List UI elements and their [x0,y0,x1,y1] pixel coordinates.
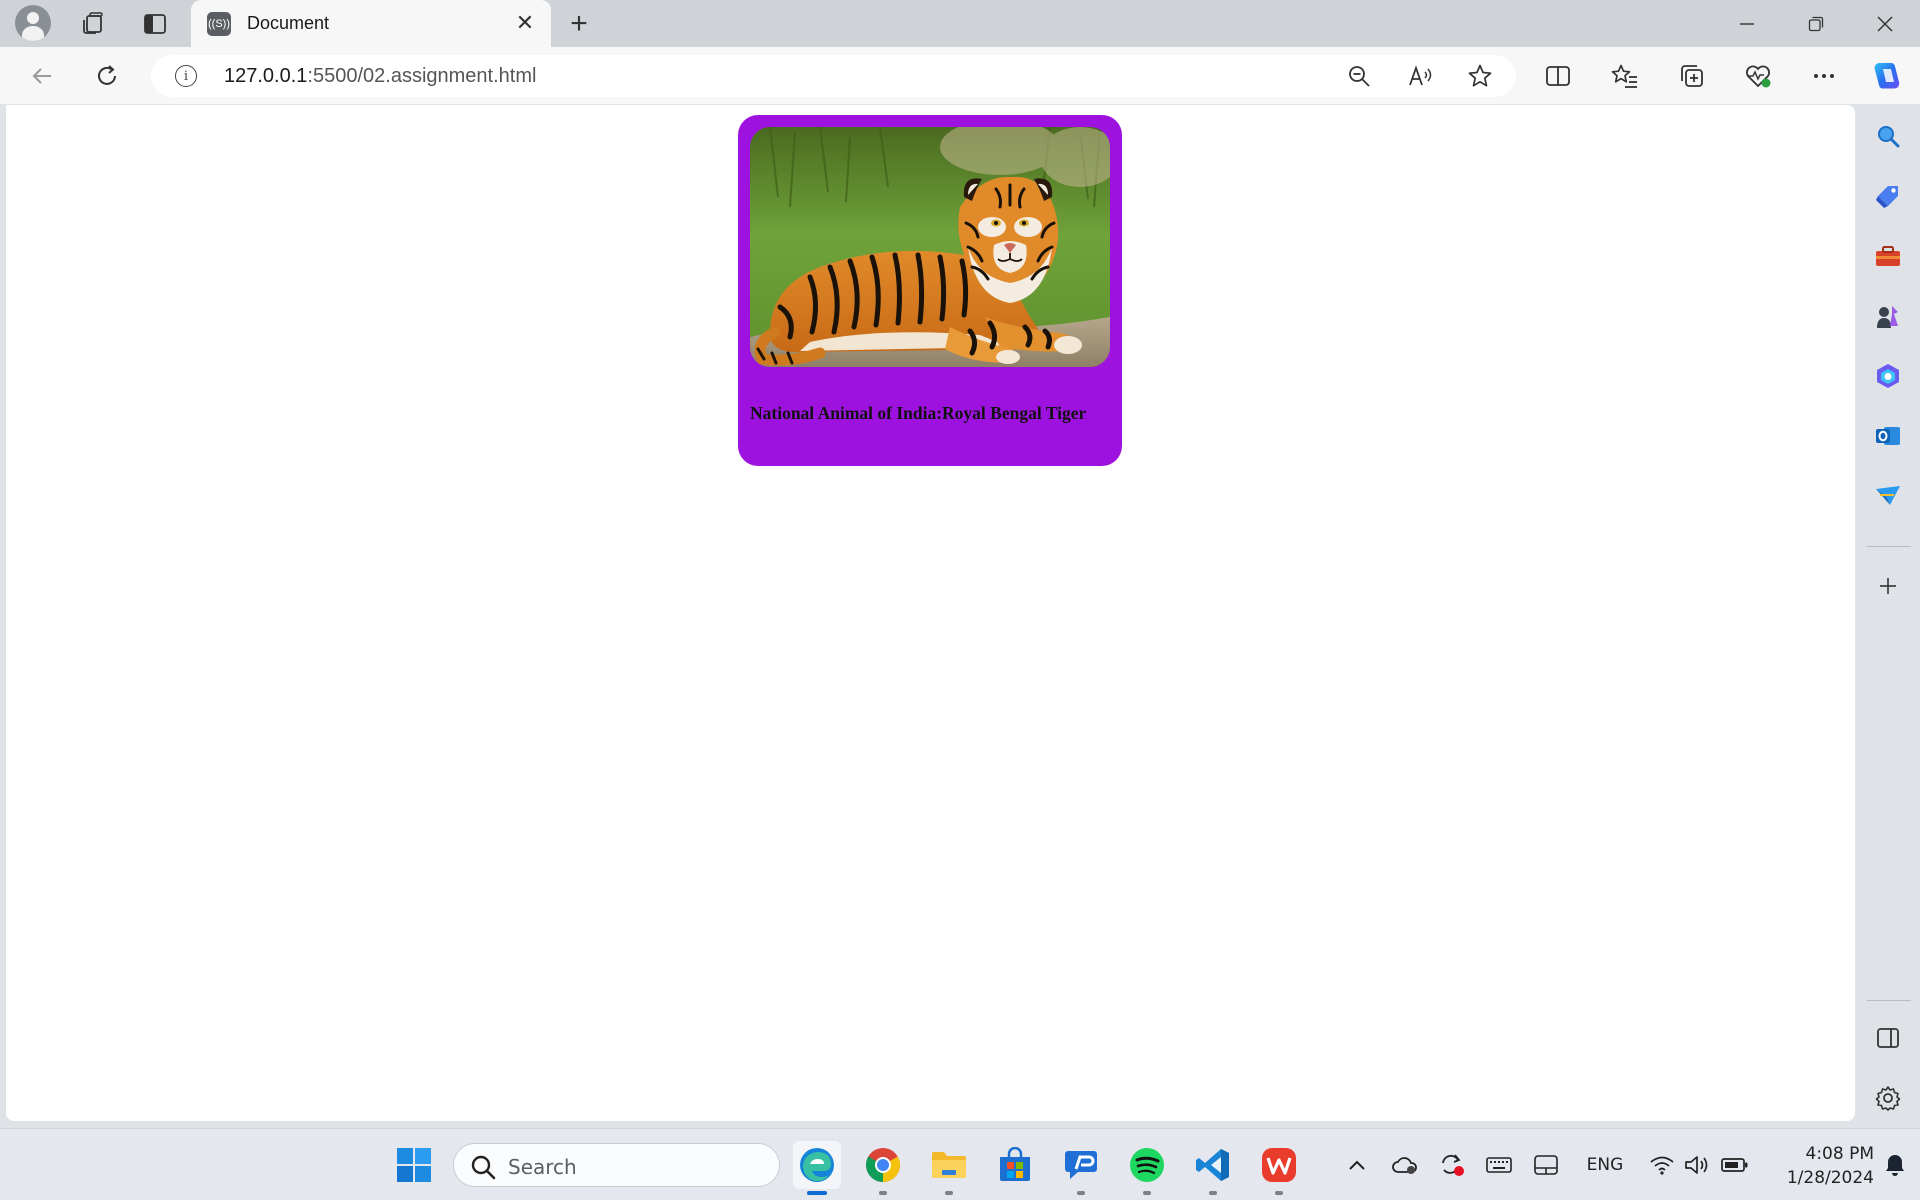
clock-date: 1/28/2024 [1786,1168,1874,1188]
taskbar-search-input[interactable]: Search [453,1143,780,1187]
tiger-card: National Animal of India:Royal Bengal Ti… [738,115,1122,466]
profile-icon[interactable] [14,4,52,42]
active-tab[interactable]: ((S)) Document ✕ [191,0,551,47]
split-screen-icon[interactable] [1540,58,1576,94]
vertical-tabs-icon[interactable] [136,6,174,41]
sync-icon[interactable] [1437,1151,1467,1179]
refresh-icon[interactable] [87,57,127,95]
minimize-icon[interactable] [1713,0,1781,47]
microsoft-365-icon[interactable] [1871,359,1905,393]
search-icon [471,1155,496,1180]
browser-essentials-icon[interactable] [1740,58,1776,94]
clock-time: 4:08 PM [1805,1144,1875,1164]
url-text[interactable]: 127.0.0.1:5500/02.assignment.html [224,65,536,88]
volume-icon[interactable] [1682,1151,1712,1179]
show-hidden-icons-icon[interactable] [1344,1151,1370,1179]
browser-toolbar: i 127.0.0.1:5500/02.assignment.html [0,47,1920,104]
sidebar-divider [1867,1000,1911,1001]
collections-icon[interactable] [1674,58,1710,94]
workspaces-icon[interactable] [74,6,112,41]
keyboard-icon[interactable] [1484,1151,1514,1179]
close-window-icon[interactable] [1851,0,1919,47]
edge-sidebar [1857,105,1920,1121]
search-icon[interactable] [1871,119,1905,153]
wifi-icon[interactable] [1647,1151,1677,1179]
zoom-out-icon[interactable] [1344,61,1374,91]
new-tab-icon[interactable]: + [561,6,597,42]
taskbar: Search ENG 4:08 PM 1/28/2024 [0,1128,1920,1200]
page-viewport: National Animal of India:Royal Bengal Ti… [6,105,1855,1121]
favorites-icon[interactable] [1607,58,1643,94]
caption-text: National Animal of India:Royal Bengal Ti… [750,403,1087,423]
wps-office-icon[interactable] [1255,1141,1303,1195]
spotify-icon[interactable] [1123,1141,1171,1195]
touchpad-icon[interactable] [1531,1151,1561,1179]
microsoft-store-icon[interactable] [991,1141,1039,1189]
sidebar-divider [1867,546,1911,547]
favorite-star-icon[interactable] [1465,61,1495,91]
add-icon[interactable] [1871,569,1905,603]
search-label: Search [508,1155,577,1179]
more-icon[interactable] [1806,58,1842,94]
clock[interactable]: 4:08 PM 1/28/2024 [1762,1142,1874,1190]
notifications-bell-icon[interactable] [1880,1151,1910,1179]
battery-icon[interactable] [1719,1151,1751,1179]
tab-favicon-icon: ((S)) [207,11,231,36]
back-icon[interactable] [22,57,62,95]
chrome-icon[interactable] [859,1141,907,1195]
title-bar: ((S)) Document ✕ + [0,0,1920,47]
edge-icon[interactable] [793,1141,841,1195]
address-bar[interactable]: i 127.0.0.1:5500/02.assignment.html [151,55,1516,97]
settings-icon[interactable] [1871,1081,1905,1115]
onedrive-icon[interactable] [1390,1151,1420,1179]
tiger-image [750,127,1110,367]
site-info-icon[interactable]: i [175,65,197,87]
outlook-icon[interactable] [1871,419,1905,453]
restore-icon[interactable] [1782,0,1850,47]
close-tab-icon[interactable]: ✕ [513,10,537,35]
file-explorer-icon[interactable] [925,1141,973,1195]
quick-assist-icon[interactable] [1057,1141,1105,1195]
copilot-icon[interactable] [1869,58,1905,94]
read-aloud-icon[interactable] [1405,61,1435,91]
tab-title: Document [247,13,330,33]
tools-icon[interactable] [1871,239,1905,273]
drop-icon[interactable] [1871,479,1905,513]
shopping-tag-icon[interactable] [1871,179,1905,213]
windows-start-icon[interactable] [390,1141,438,1189]
vscode-icon[interactable] [1189,1141,1237,1195]
language-indicator[interactable]: ENG [1580,1151,1630,1179]
games-icon[interactable] [1871,299,1905,333]
hide-sidebar-icon[interactable] [1871,1021,1905,1055]
